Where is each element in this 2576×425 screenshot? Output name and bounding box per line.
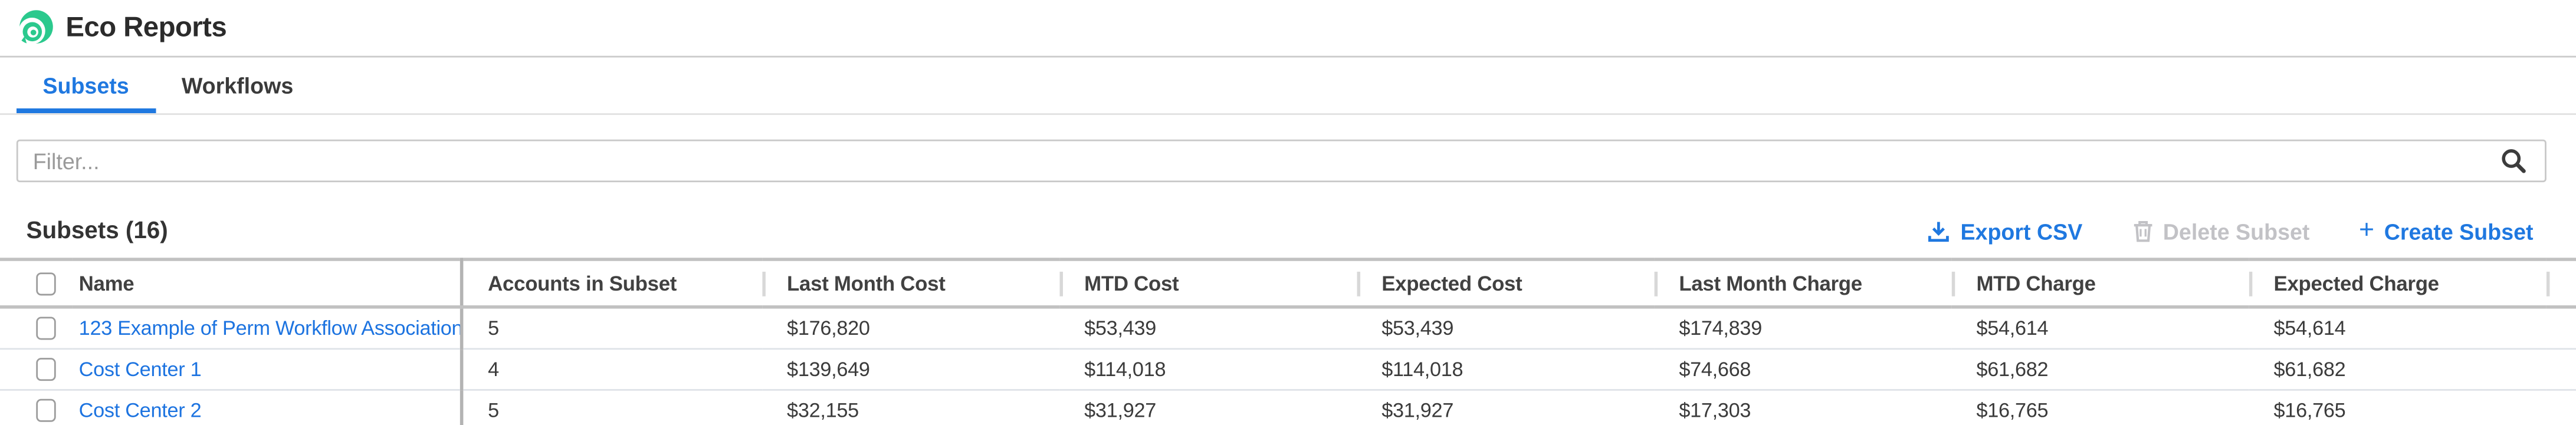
subset-link[interactable]: 123 Example of Perm Workflow Association	[79, 317, 462, 340]
page: Eco Reports Subsets Workflows Subsets (1…	[0, 0, 2576, 425]
cell-last-month-charge: $17,303	[1655, 390, 1952, 425]
cell-expected-cost: $114,018	[1357, 349, 1654, 390]
column-header-mtd-cost[interactable]: MTD Cost	[1059, 259, 1357, 307]
trash-icon	[2132, 220, 2153, 243]
filler-cell	[2547, 349, 2576, 390]
column-header-accounts[interactable]: Accounts in Subset	[462, 259, 763, 307]
tab-workflows[interactable]: Workflows	[155, 57, 320, 113]
column-header-mtd-charge[interactable]: MTD Charge	[1952, 259, 2249, 307]
row-checkbox[interactable]	[36, 399, 55, 422]
cell-mtd-cost: $114,018	[1059, 349, 1357, 390]
cell-accounts: 5	[462, 307, 763, 349]
column-header-expected-cost[interactable]: Expected Cost	[1357, 259, 1654, 307]
action-buttons: Export CSV Delete Subset + Create Subset	[1928, 219, 2534, 244]
cell-accounts: 5	[462, 390, 763, 425]
row-checkbox[interactable]	[36, 317, 55, 340]
create-subset-label: Create Subset	[2384, 219, 2534, 244]
row-checkbox-cell	[0, 349, 73, 390]
export-csv-button[interactable]: Export CSV	[1928, 219, 2083, 244]
tab-bar: Subsets Workflows	[0, 57, 2576, 114]
eco-logo-icon	[17, 9, 54, 47]
column-header-name[interactable]: Name	[73, 259, 462, 307]
table-row: Cost Center 14$139,649$114,018$114,018$7…	[0, 349, 2576, 390]
delete-subset-label: Delete Subset	[2163, 219, 2310, 244]
subsets-table-body: 123 Example of Perm Workflow Association…	[0, 307, 2576, 425]
cell-mtd-charge: $16,765	[1952, 390, 2249, 425]
subset-link[interactable]: Cost Center 1	[79, 358, 202, 381]
subset-link[interactable]: Cost Center 2	[79, 399, 202, 422]
column-header-filler	[2547, 259, 2576, 307]
table-header: Name Accounts in Subset Last Month Cost …	[0, 259, 2576, 307]
subset-name-cell: Cost Center 2	[73, 390, 462, 425]
app-header: Eco Reports	[0, 0, 2576, 57]
row-checkbox-cell	[0, 390, 73, 425]
row-checkbox[interactable]	[36, 358, 55, 381]
cell-expected-charge: $16,765	[2249, 390, 2547, 425]
section-title: Subsets (16)	[27, 218, 168, 245]
cell-mtd-charge: $61,682	[1952, 349, 2249, 390]
cell-expected-charge: $54,614	[2249, 307, 2547, 349]
search-icon[interactable]	[2500, 148, 2527, 174]
cell-expected-charge: $61,682	[2249, 349, 2547, 390]
select-all-checkbox[interactable]	[36, 272, 55, 295]
filter-bar	[17, 140, 2547, 182]
tab-subsets[interactable]: Subsets	[17, 57, 155, 113]
delete-subset-button[interactable]: Delete Subset	[2132, 219, 2310, 244]
export-csv-label: Export CSV	[1960, 219, 2082, 244]
cell-last-month-cost: $176,820	[762, 307, 1059, 349]
filter-input[interactable]	[17, 140, 2547, 182]
cell-last-month-cost: $32,155	[762, 390, 1059, 425]
cell-last-month-cost: $139,649	[762, 349, 1059, 390]
column-header-last-month-charge[interactable]: Last Month Charge	[1655, 259, 1952, 307]
select-all-cell	[0, 259, 73, 307]
cell-last-month-charge: $174,839	[1655, 307, 1952, 349]
cell-mtd-cost: $31,927	[1059, 390, 1357, 425]
section-header: Subsets (16) Export CSV Delete Subset	[27, 217, 2534, 246]
subsets-table: Name Accounts in Subset Last Month Cost …	[0, 258, 2576, 425]
cell-mtd-charge: $54,614	[1952, 307, 2249, 349]
cell-expected-cost: $53,439	[1357, 307, 1654, 349]
table-row: Cost Center 25$32,155$31,927$31,927$17,3…	[0, 390, 2576, 425]
row-checkbox-cell	[0, 307, 73, 349]
plus-icon: +	[2359, 222, 2374, 241]
table-header-row: Name Accounts in Subset Last Month Cost …	[0, 259, 2576, 307]
table-row: 123 Example of Perm Workflow Association…	[0, 307, 2576, 349]
cell-accounts: 4	[462, 349, 763, 390]
page-title: Eco Reports	[65, 11, 227, 44]
subset-name-cell: Cost Center 1	[73, 349, 462, 390]
filler-cell	[2547, 307, 2576, 349]
column-header-expected-charge[interactable]: Expected Charge	[2249, 259, 2547, 307]
cell-mtd-cost: $53,439	[1059, 307, 1357, 349]
column-header-last-month-cost[interactable]: Last Month Cost	[762, 259, 1059, 307]
filler-cell	[2547, 390, 2576, 425]
subset-name-cell: 123 Example of Perm Workflow Association	[73, 307, 462, 349]
cell-expected-cost: $31,927	[1357, 390, 1654, 425]
create-subset-button[interactable]: + Create Subset	[2359, 219, 2534, 244]
cell-last-month-charge: $74,668	[1655, 349, 1952, 390]
download-icon	[1928, 220, 1951, 243]
